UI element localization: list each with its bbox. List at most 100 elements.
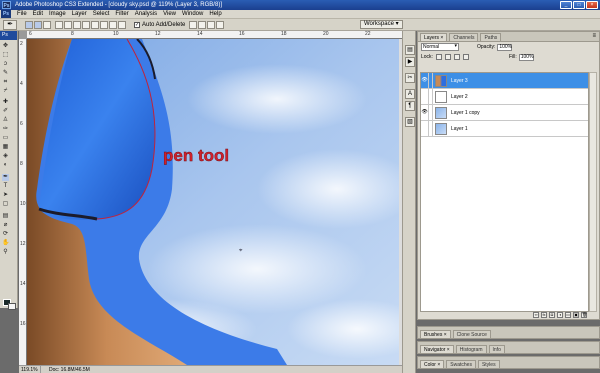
history-brush-tool-icon[interactable]: ✑: [2, 126, 9, 133]
layer-row[interactable]: 👁 Layer 1 copy: [421, 105, 588, 121]
link-layers-icon[interactable]: ∞: [533, 311, 539, 318]
panel-menu-icon[interactable]: ≡: [592, 33, 596, 39]
menu-edit[interactable]: Edit: [33, 11, 43, 17]
polygon-icon[interactable]: [100, 20, 108, 29]
line-icon[interactable]: [109, 20, 117, 29]
path-combine-subtract-icon[interactable]: [198, 20, 207, 29]
tool-preset-pen-icon[interactable]: ✒: [3, 19, 17, 30]
slice-tool-icon[interactable]: ⌿: [2, 88, 9, 95]
marquee-tool-icon[interactable]: ⬚: [2, 52, 9, 59]
new-layer-icon[interactable]: ▣: [573, 311, 579, 318]
clone-stamp-tool-icon[interactable]: ♙: [2, 117, 9, 124]
quick-selection-tool-icon[interactable]: ✎: [2, 70, 9, 77]
type-tool-icon[interactable]: T: [2, 183, 9, 190]
blur-tool-icon[interactable]: ◈: [2, 153, 9, 160]
tab-navigator[interactable]: Navigator ×: [420, 345, 454, 353]
layer-row[interactable]: Layer 1: [421, 121, 588, 137]
history-panel-icon[interactable]: ▤: [405, 45, 415, 55]
eraser-tool-icon[interactable]: ▭: [2, 135, 9, 142]
tab-styles[interactable]: Styles: [477, 360, 500, 368]
layer-row[interactable]: Layer 2: [421, 89, 588, 105]
lock-all-icon[interactable]: [462, 54, 469, 60]
lock-image-icon[interactable]: [444, 54, 451, 60]
rounded-rectangle-icon[interactable]: [82, 20, 90, 29]
layer-link-cell[interactable]: [429, 73, 433, 88]
menu-analysis[interactable]: Analysis: [135, 11, 157, 17]
path-selection-tool-icon[interactable]: ➤: [2, 192, 9, 199]
paragraph-panel-icon[interactable]: ¶: [405, 101, 415, 111]
hand-tool-icon[interactable]: ✋: [2, 240, 9, 247]
auto-add-delete-checkbox[interactable]: ✓: [134, 21, 140, 28]
menu-layer[interactable]: Layer: [72, 11, 87, 17]
shape-layers-icon[interactable]: [25, 20, 33, 29]
minimize-button[interactable]: _: [560, 1, 572, 9]
lock-transparent-icon[interactable]: [435, 54, 442, 60]
layer-link-cell[interactable]: [429, 121, 433, 136]
rectangle-tool-icon[interactable]: ▢: [2, 201, 9, 208]
tab-paths[interactable]: Paths: [480, 33, 502, 41]
visibility-eye-icon[interactable]: [421, 121, 429, 136]
character-panel-icon[interactable]: A: [405, 89, 415, 99]
layer-row[interactable]: 👁 Layer 3: [421, 73, 588, 89]
tab-info[interactable]: Info: [488, 345, 505, 353]
notes-tool-icon[interactable]: ▤: [2, 213, 9, 220]
path-combine-add-icon[interactable]: [189, 20, 198, 29]
background-color-swatch[interactable]: [8, 303, 16, 310]
rectangle-icon[interactable]: [73, 20, 81, 29]
zoom-tool-icon[interactable]: ⚲: [2, 249, 9, 256]
pen-icon[interactable]: [55, 20, 63, 29]
layer-link-cell[interactable]: [429, 89, 433, 104]
zoom-level[interactable]: 119.1%: [19, 366, 41, 373]
tool-presets-icon[interactable]: ✂: [405, 73, 415, 83]
brush-tool-icon[interactable]: ✐: [2, 108, 9, 115]
adjustment-layer-icon[interactable]: ◑: [557, 311, 563, 318]
tab-brushes[interactable]: Brushes ×: [420, 330, 451, 338]
fill-input[interactable]: 100%: [518, 53, 534, 61]
move-tool-icon[interactable]: ✥: [2, 43, 9, 50]
crop-tool-icon[interactable]: ⌗: [2, 79, 9, 86]
tab-clone-source[interactable]: Clone Source: [452, 330, 491, 338]
menu-filter[interactable]: Filter: [115, 11, 128, 17]
layer-comps-icon[interactable]: ▧: [405, 117, 415, 127]
image-canvas[interactable]: pen tool ⌖: [27, 39, 400, 365]
opacity-input[interactable]: 100%: [497, 43, 513, 51]
tab-color[interactable]: Color ×: [420, 360, 445, 368]
healing-brush-tool-icon[interactable]: ✚: [2, 99, 9, 106]
close-button[interactable]: ×: [586, 1, 598, 9]
lock-position-icon[interactable]: [453, 54, 460, 60]
dodge-tool-icon[interactable]: ◐: [2, 162, 9, 169]
paths-mode-icon[interactable]: [34, 20, 42, 29]
menu-view[interactable]: View: [163, 11, 176, 17]
visibility-eye-icon[interactable]: 👁: [421, 73, 429, 88]
new-group-icon[interactable]: ▭: [565, 311, 571, 318]
app-menu-logo-icon[interactable]: Ps: [1, 10, 11, 18]
3d-rotate-tool-icon[interactable]: ⟳: [2, 231, 9, 238]
visibility-eye-icon[interactable]: [421, 89, 429, 104]
menu-image[interactable]: Image: [49, 11, 66, 17]
menu-select[interactable]: Select: [93, 11, 110, 17]
maximize-button[interactable]: □: [573, 1, 585, 9]
visibility-eye-icon[interactable]: 👁: [421, 105, 429, 120]
layer-mask-icon[interactable]: ◘: [549, 311, 555, 318]
path-combine-exclude-icon[interactable]: [216, 20, 225, 29]
tab-histogram[interactable]: Histogram: [455, 345, 487, 353]
actions-panel-icon[interactable]: ▶: [405, 57, 415, 67]
gradient-tool-icon[interactable]: ▦: [2, 144, 9, 151]
workspace-button[interactable]: Workspace ▾: [360, 20, 403, 29]
menu-help[interactable]: Help: [209, 11, 221, 17]
menu-window[interactable]: Window: [182, 11, 203, 17]
path-combine-intersect-icon[interactable]: [207, 20, 216, 29]
layer-style-icon[interactable]: fx: [541, 311, 547, 318]
lasso-tool-icon[interactable]: ↄ: [2, 61, 9, 68]
tab-swatches[interactable]: Swatches: [446, 360, 476, 368]
eyedropper-tool-icon[interactable]: ⌀: [2, 222, 9, 229]
tab-channels[interactable]: Channels: [449, 33, 479, 41]
delete-layer-icon[interactable]: 🗑: [581, 311, 587, 318]
pen-tool-icon[interactable]: ✒: [2, 174, 9, 181]
blend-mode-select[interactable]: Normal: [421, 43, 459, 51]
tab-layers[interactable]: Layers ×: [420, 33, 448, 41]
fill-pixels-icon[interactable]: [43, 20, 51, 29]
ellipse-icon[interactable]: [91, 20, 99, 29]
menu-file[interactable]: File: [17, 11, 27, 17]
layer-list-scrollbar[interactable]: [589, 72, 597, 312]
